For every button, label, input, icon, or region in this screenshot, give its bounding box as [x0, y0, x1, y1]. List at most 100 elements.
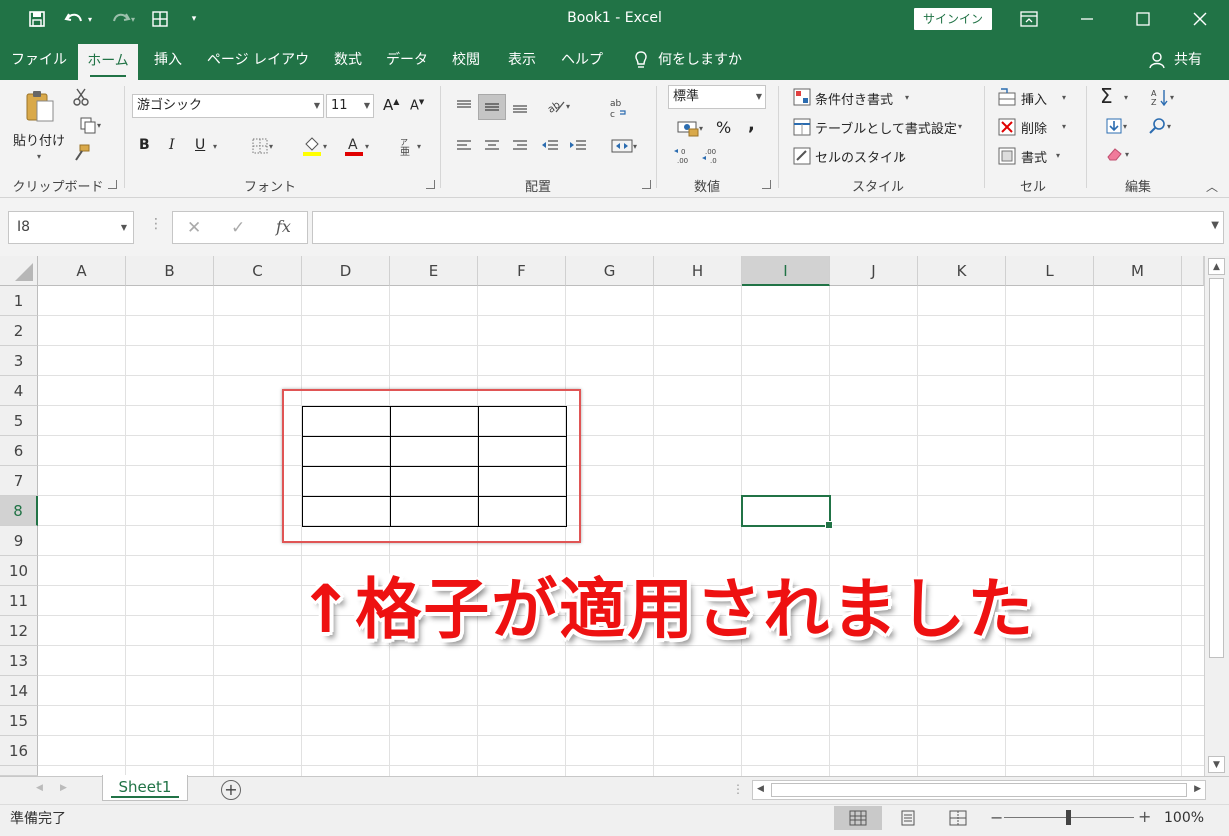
- chevron-down-icon[interactable]: ▾: [1062, 93, 1066, 102]
- scroll-up-icon[interactable]: ▲: [1208, 258, 1225, 275]
- column-header[interactable]: H: [654, 256, 742, 286]
- italic-button[interactable]: I: [169, 137, 175, 153]
- column-header[interactable]: J: [830, 256, 918, 286]
- row-header[interactable]: 4: [0, 376, 38, 406]
- undo-icon[interactable]: ▾: [58, 8, 98, 30]
- tab-review[interactable]: 校閲: [442, 40, 490, 80]
- customize-icon[interactable]: ▾: [186, 8, 202, 30]
- align-middle-icon[interactable]: [478, 94, 506, 120]
- font-size-select[interactable]: 11 ▼: [326, 94, 374, 118]
- chevron-down-icon[interactable]: ▾: [905, 93, 909, 102]
- redo-icon[interactable]: ▾: [104, 8, 140, 30]
- delete-cells-icon[interactable]: [997, 117, 1017, 137]
- formula-input[interactable]: ▼: [312, 211, 1224, 244]
- scroll-left-icon[interactable]: ◀: [757, 784, 764, 794]
- row-header[interactable]: 14: [0, 676, 38, 706]
- align-top-icon[interactable]: [452, 94, 476, 118]
- save-icon[interactable]: [24, 8, 50, 30]
- formula-bar-grip-icon[interactable]: ⋮: [149, 216, 163, 232]
- sort-filter-icon[interactable]: A Z ▾: [1144, 87, 1180, 107]
- decrease-font-icon[interactable]: A▼: [410, 98, 424, 113]
- insert-cells-icon[interactable]: [997, 87, 1017, 107]
- ribbon-display-icon[interactable]: [1006, 4, 1052, 34]
- number-format-select[interactable]: 標準 ▼: [668, 85, 766, 109]
- lightbulb-icon[interactable]: [628, 40, 654, 80]
- format-cells-button[interactable]: 書式: [1021, 147, 1047, 166]
- chevron-down-icon[interactable]: ▾: [900, 151, 904, 160]
- scroll-right-icon[interactable]: ▶: [1194, 784, 1201, 794]
- merge-center-icon[interactable]: ▾: [604, 134, 644, 158]
- tab-home[interactable]: ホーム: [78, 44, 138, 80]
- close-icon[interactable]: [1177, 4, 1223, 34]
- user-icon[interactable]: [1146, 40, 1168, 80]
- tab-formulas[interactable]: 数式: [324, 40, 372, 80]
- row-header[interactable]: 16: [0, 736, 38, 766]
- row-header[interactable]: 9: [0, 526, 38, 556]
- row-header[interactable]: 3: [0, 346, 38, 376]
- orientation-icon[interactable]: ab ▾: [540, 94, 576, 118]
- format-as-table-button[interactable]: テーブルとして書式設定: [815, 118, 957, 137]
- chevron-down-icon[interactable]: ▾: [1124, 93, 1128, 102]
- delete-cells-button[interactable]: 削除: [1021, 118, 1047, 137]
- column-header[interactable]: [1182, 256, 1204, 286]
- wrap-text-icon[interactable]: ab c: [606, 94, 630, 122]
- zoom-in-icon[interactable]: +: [1138, 807, 1151, 826]
- paste-button[interactable]: 貼り付け: [13, 130, 65, 149]
- sheet-tab-sheet1[interactable]: Sheet1: [102, 775, 188, 801]
- paste-icon[interactable]: [22, 88, 58, 124]
- row-header[interactable]: [0, 766, 38, 776]
- underline-button[interactable]: U: [195, 137, 205, 153]
- find-select-icon[interactable]: ▾: [1142, 116, 1178, 136]
- increase-indent-icon[interactable]: [566, 134, 590, 158]
- format-painter-icon[interactable]: [70, 142, 92, 164]
- row-header[interactable]: 13: [0, 646, 38, 676]
- tab-data[interactable]: データ: [380, 40, 434, 80]
- conditional-format-icon[interactable]: [792, 87, 812, 107]
- maximize-icon[interactable]: [1120, 4, 1166, 34]
- active-cell[interactable]: [741, 495, 833, 529]
- fill-color-icon[interactable]: ▾: [294, 134, 334, 158]
- collapse-ribbon-icon[interactable]: ︿: [1206, 178, 1218, 195]
- conditional-format-button[interactable]: 条件付き書式: [815, 89, 893, 108]
- share-button[interactable]: 共有: [1170, 40, 1206, 80]
- add-sheet-icon[interactable]: +: [221, 780, 241, 800]
- vertical-scrollbar[interactable]: ▲ ▼: [1204, 256, 1229, 776]
- cell-styles-icon[interactable]: [792, 146, 812, 166]
- bold-button[interactable]: B: [139, 137, 150, 153]
- row-header-selected[interactable]: 8: [0, 496, 38, 526]
- scroll-thumb[interactable]: [771, 783, 1187, 797]
- prev-sheet-icon[interactable]: ◀: [36, 783, 43, 793]
- column-header[interactable]: M: [1094, 256, 1182, 286]
- zoom-level[interactable]: 100%: [1164, 810, 1204, 826]
- tell-me-search[interactable]: 何をしますか: [658, 40, 744, 80]
- clipboard-launcher-icon[interactable]: [108, 180, 117, 189]
- zoom-slider-thumb[interactable]: [1066, 810, 1071, 825]
- align-left-icon[interactable]: [452, 134, 476, 158]
- expand-formula-icon[interactable]: ▼: [1211, 220, 1219, 231]
- autosum-icon[interactable]: Σ: [1100, 84, 1113, 108]
- row-header[interactable]: 7: [0, 466, 38, 496]
- format-cells-icon[interactable]: [997, 146, 1017, 166]
- column-header[interactable]: G: [566, 256, 654, 286]
- percent-button[interactable]: %: [716, 118, 731, 137]
- column-header-selected[interactable]: I: [742, 256, 830, 286]
- row-header[interactable]: 10: [0, 556, 38, 586]
- increase-font-icon[interactable]: A▲: [383, 96, 399, 114]
- name-box[interactable]: I8 ▼: [8, 211, 134, 244]
- row-header[interactable]: 5: [0, 406, 38, 436]
- increase-decimal-icon[interactable]: 0.00: [672, 144, 696, 168]
- column-header[interactable]: D: [302, 256, 390, 286]
- cancel-icon[interactable]: ✕: [187, 218, 201, 238]
- format-as-table-icon[interactable]: [792, 117, 812, 137]
- signin-button[interactable]: サインイン: [914, 8, 992, 30]
- row-header[interactable]: 11: [0, 586, 38, 616]
- scroll-down-icon[interactable]: ▼: [1208, 756, 1225, 773]
- tab-insert[interactable]: 挿入: [144, 40, 192, 80]
- decrease-decimal-icon[interactable]: .00.0: [700, 144, 724, 168]
- normal-view-icon[interactable]: [834, 806, 882, 830]
- chevron-down-icon[interactable]: ▾: [1062, 122, 1066, 131]
- insert-cells-button[interactable]: 挿入: [1021, 89, 1047, 108]
- column-header[interactable]: C: [214, 256, 302, 286]
- decrease-indent-icon[interactable]: [538, 134, 562, 158]
- cell-styles-button[interactable]: セルのスタイル: [815, 147, 906, 166]
